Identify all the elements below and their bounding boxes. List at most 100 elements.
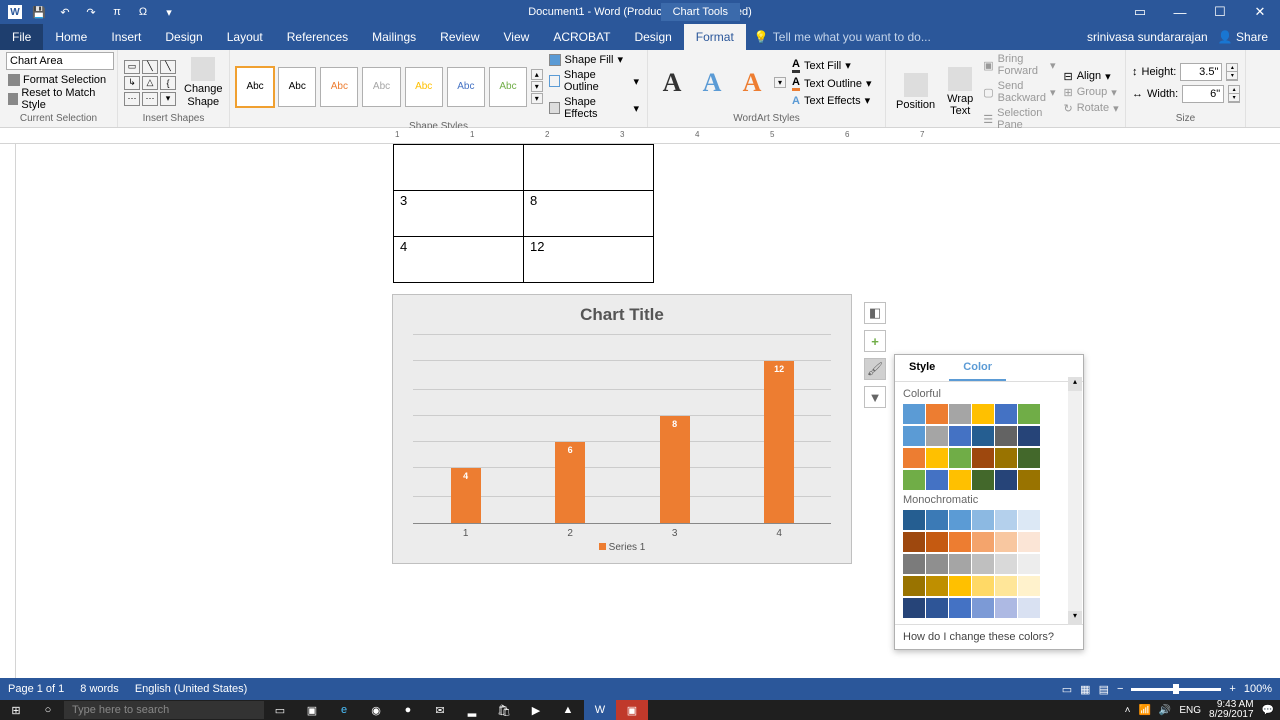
save-icon[interactable]: 💾 (30, 3, 48, 21)
horizontal-ruler[interactable]: 1 1 2 3 4 5 6 7 (0, 128, 1280, 144)
shape-style-3[interactable]: Abc (320, 67, 358, 107)
print-layout-icon[interactable]: ▦ (1080, 683, 1090, 696)
page-indicator[interactable]: Page 1 of 1 (8, 683, 64, 695)
layout-options-button[interactable]: ◧ (864, 302, 886, 324)
start-button[interactable]: ⊞ (0, 700, 32, 720)
vertical-ruler[interactable] (0, 144, 16, 678)
bring-forward-button[interactable]: ▣Bring Forward ▾ (981, 52, 1057, 78)
taskbar-mail-icon[interactable]: ✉ (424, 700, 456, 720)
wordart-style-3[interactable]: A (734, 65, 770, 101)
color-scheme-option[interactable] (903, 404, 1075, 424)
send-backward-button[interactable]: ▢Send Backward ▾ (981, 79, 1057, 105)
change-colors-link[interactable]: How do I change these colors? (895, 624, 1083, 649)
group-button[interactable]: ⊞Group ▾ (1061, 85, 1120, 100)
ribbon-options-icon[interactable]: ▭ (1120, 0, 1160, 24)
rotate-button[interactable]: ↻Rotate ▾ (1061, 101, 1120, 116)
zoom-in-icon[interactable]: + (1229, 683, 1235, 695)
chart-element-selector[interactable] (6, 52, 114, 70)
height-spinner[interactable]: ▴▾ (1226, 63, 1238, 81)
tray-date[interactable]: 8/29/2017 (1209, 710, 1254, 720)
taskbar-word-icon[interactable]: W (584, 700, 616, 720)
text-outline-button[interactable]: AText Outline ▾ (790, 75, 874, 92)
position-button[interactable]: Position (892, 71, 939, 113)
wrap-text-button[interactable]: Wrap Text (943, 65, 977, 119)
maximize-icon[interactable]: ☐ (1200, 0, 1240, 24)
tab-review[interactable]: Review (428, 24, 491, 50)
shape-effects-button[interactable]: Shape Effects ▾ (547, 95, 641, 121)
shape-style-5[interactable]: Abc (405, 67, 443, 107)
shape-style-1[interactable]: Abc (236, 67, 274, 107)
width-input[interactable] (1182, 85, 1224, 103)
panel-tab-color[interactable]: Color (949, 355, 1006, 381)
tell-me-search[interactable]: 💡 Tell me what you want to do... (746, 24, 1087, 50)
tray-volume-icon[interactable]: 🔊 (1159, 705, 1171, 716)
shape-brace-icon[interactable]: { (160, 76, 176, 90)
change-shape-button[interactable]: Change Shape (180, 55, 227, 109)
qat-pi-icon[interactable]: π (108, 3, 126, 21)
shape-fill-button[interactable]: Shape Fill ▾ (547, 52, 641, 67)
color-scheme-option[interactable] (903, 532, 1075, 552)
color-scheme-option[interactable] (903, 448, 1075, 468)
shape-style-4[interactable]: Abc (362, 67, 400, 107)
shape-rect-icon[interactable]: ▭ (124, 60, 140, 74)
taskbar-app[interactable]: ▶ (520, 700, 552, 720)
taskbar-explorer-icon[interactable]: ▂ (456, 700, 488, 720)
shape-more-icon[interactable]: ⋯ (124, 92, 140, 106)
wordart-style-1[interactable]: A (654, 65, 690, 101)
chart-title[interactable]: Chart Title (401, 301, 843, 329)
word-count[interactable]: 8 words (80, 683, 119, 695)
table-cell[interactable]: 8 (524, 191, 654, 237)
tab-home[interactable]: Home (43, 24, 99, 50)
tab-chart-format[interactable]: Format (684, 24, 746, 50)
color-scheme-option[interactable] (903, 510, 1075, 530)
data-table[interactable]: 38 412 (393, 144, 654, 283)
task-view-icon[interactable]: ▭ (264, 700, 296, 720)
color-scheme-option[interactable] (903, 470, 1075, 490)
web-layout-icon[interactable]: ▤ (1099, 683, 1109, 696)
taskbar-app[interactable]: ▣ (616, 700, 648, 720)
tab-file[interactable]: File (0, 24, 43, 50)
zoom-out-icon[interactable]: − (1117, 683, 1123, 695)
taskbar-app[interactable]: ● (392, 700, 424, 720)
width-spinner[interactable]: ▴▾ (1228, 85, 1240, 103)
color-scheme-option[interactable] (903, 554, 1075, 574)
cortana-icon[interactable]: ○ (32, 700, 64, 720)
style-gallery-down-icon[interactable]: ▾ (531, 81, 542, 92)
chart-elements-button[interactable]: + (864, 330, 886, 352)
color-scheme-option[interactable] (903, 426, 1075, 446)
shape-outline-button[interactable]: Shape Outline ▾ (547, 68, 641, 94)
taskbar-chrome-icon[interactable]: ◉ (360, 700, 392, 720)
taskbar-store-icon[interactable]: 🛍 (488, 700, 520, 720)
table-cell[interactable]: 12 (524, 237, 654, 283)
taskbar-search[interactable]: Type here to search (64, 701, 264, 719)
zoom-level[interactable]: 100% (1244, 683, 1272, 695)
shape-style-2[interactable]: Abc (278, 67, 316, 107)
table-cell[interactable]: 3 (394, 191, 524, 237)
reset-style-button[interactable]: Reset to Match Style (6, 90, 111, 108)
undo-icon[interactable]: ↶ (56, 3, 74, 21)
style-gallery-more-icon[interactable]: ▾ (531, 93, 542, 104)
shape-expand-icon[interactable]: ▾ (160, 92, 176, 106)
shape-arrow-icon[interactable]: △ (142, 76, 158, 90)
redo-icon[interactable]: ↷ (82, 3, 100, 21)
action-center-icon[interactable]: 💬 (1262, 705, 1274, 716)
table-cell[interactable]: 4 (394, 237, 524, 283)
read-mode-icon[interactable]: ▭ (1062, 683, 1072, 696)
user-name[interactable]: srinivasa sundararajan (1087, 30, 1208, 44)
shape-line2-icon[interactable]: ╲ (160, 60, 176, 74)
text-effects-button[interactable]: AText Effects ▾ (790, 93, 874, 108)
language-indicator[interactable]: English (United States) (135, 683, 248, 695)
tab-acrobat[interactable]: ACROBAT (541, 24, 622, 50)
tab-view[interactable]: View (492, 24, 542, 50)
align-button[interactable]: ⊟Align ▾ (1061, 69, 1120, 84)
color-scheme-option[interactable] (903, 576, 1075, 596)
chart-styles-button[interactable]: 🖌 (864, 358, 886, 380)
chart-legend[interactable]: Series 1 (401, 542, 843, 553)
scroll-up-icon[interactable]: ▴ (1068, 377, 1082, 391)
tab-insert[interactable]: Insert (99, 24, 153, 50)
height-input[interactable] (1180, 63, 1222, 81)
shape-line-icon[interactable]: ╲ (142, 60, 158, 74)
share-button[interactable]: 👤 Share (1218, 30, 1268, 44)
qat-omega-icon[interactable]: Ω (134, 3, 152, 21)
embedded-chart[interactable]: Chart Title 4 6 8 12 1 2 3 (392, 294, 852, 564)
